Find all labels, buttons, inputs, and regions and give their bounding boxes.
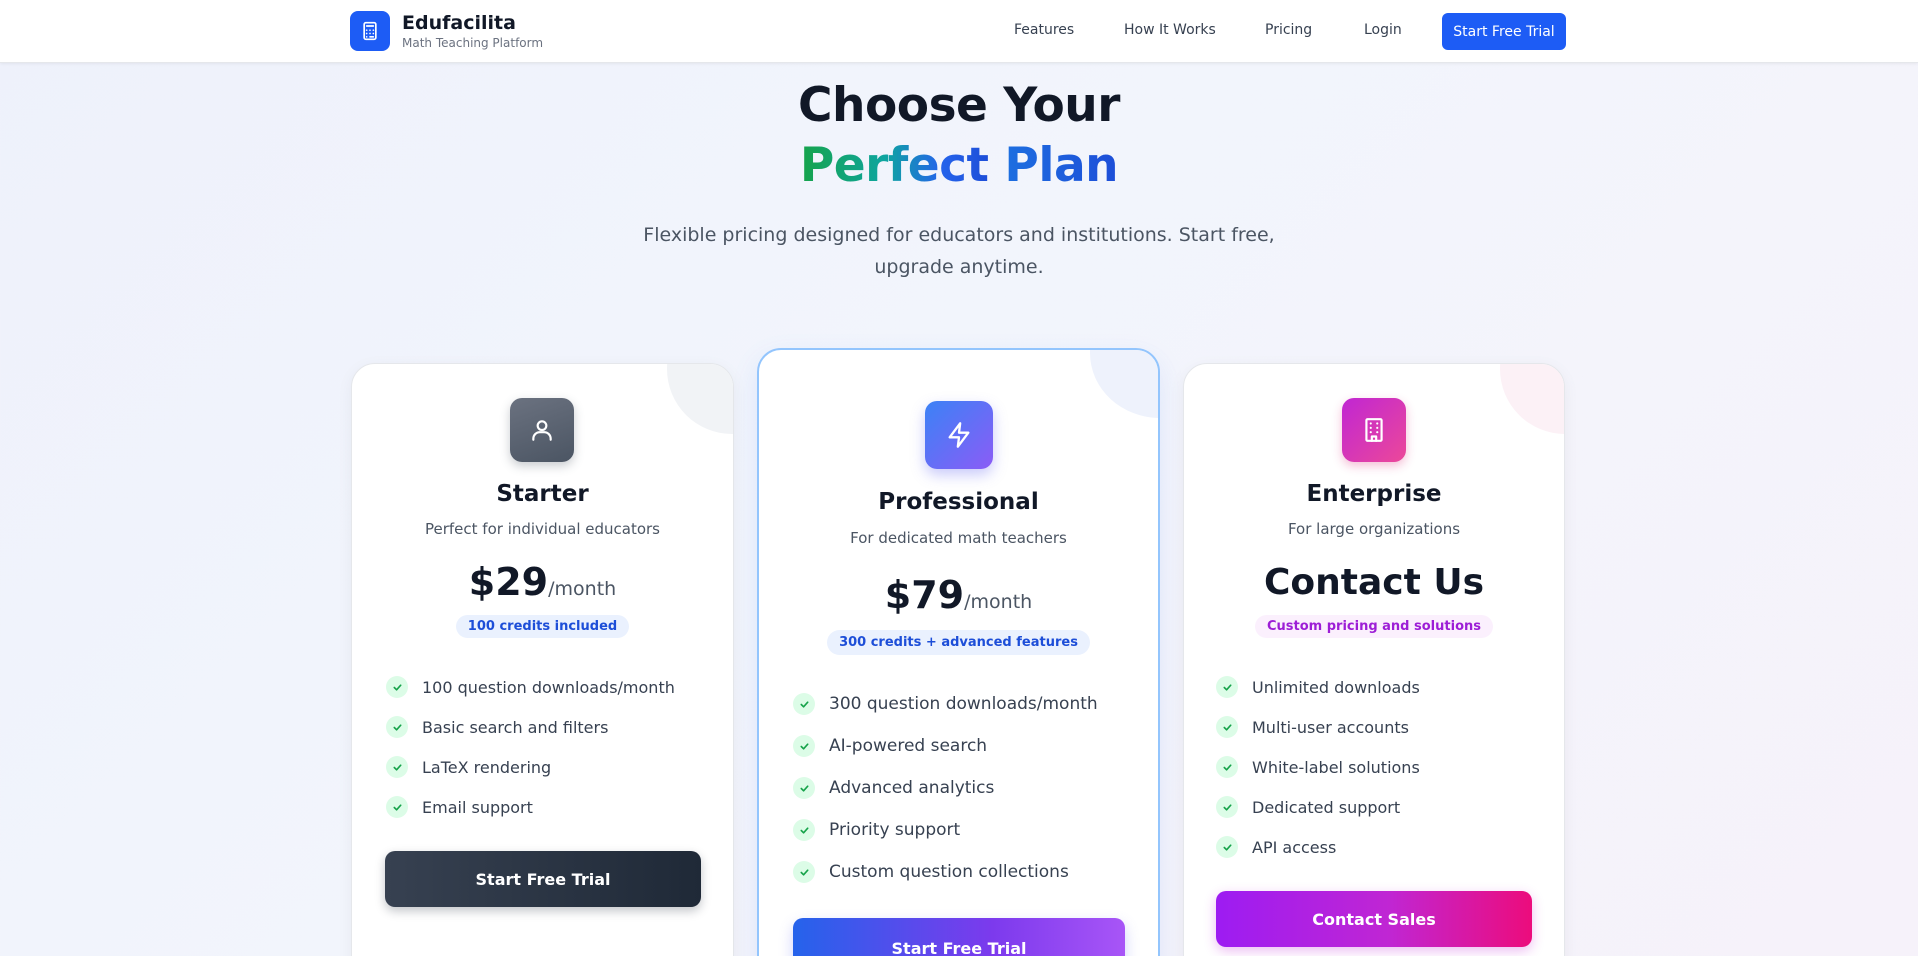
feature-text: Advanced analytics [829,778,995,798]
credits-badge: 100 credits included [455,615,630,638]
feature-item: Email support [386,796,533,818]
hero-title-line1: Choose Your [798,78,1120,133]
feature-item: White-label solutions [1216,756,1420,778]
plan-description: For dedicated math teachers [850,529,1067,547]
feature-text: 300 question downloads/month [829,694,1098,714]
check-icon [793,777,815,799]
nav-link-features[interactable]: Features [1014,22,1074,38]
price-amount: $79 [884,573,965,617]
feature-item: 300 question downloads/month [793,693,1098,715]
hero-title-line2: Perfect Plan [0,136,1918,196]
top-navbar: Edufacilita Math Teaching Platform Featu… [0,0,1918,63]
start-free-trial-button[interactable]: Start Free Trial [385,851,701,907]
hero-title-word-perfect: Perfect [799,138,989,193]
feature-item: Custom question collections [793,861,1069,883]
feature-item: 100 question downloads/month [386,676,675,698]
brand[interactable]: Edufacilita Math Teaching Platform [350,11,543,51]
contact-us-label: Contact Us [1263,562,1485,603]
credits-badge: 300 credits + advanced features [827,630,1090,655]
check-icon [386,796,408,818]
decorative-blob [667,364,733,434]
building-icon [1342,398,1406,462]
plan-card-enterprise: Enterprise For large organizations Conta… [1183,363,1565,956]
start-free-trial-button[interactable]: Start Free Trial [793,918,1125,956]
plan-price: $79/month [759,573,1158,617]
feature-text: LaTeX rendering [422,757,552,777]
check-icon [793,735,815,757]
check-icon [1216,676,1238,698]
feature-text: Email support [422,797,533,817]
check-icon [793,693,815,715]
feature-text: Custom question collections [829,862,1069,882]
check-icon [386,756,408,778]
price-period: /month [548,578,617,600]
feature-item: LaTeX rendering [386,756,551,778]
pricing-badge: Custom pricing and solutions [1254,615,1493,638]
plan-card-starter: Starter Perfect for individual educators… [351,363,734,956]
feature-text: 100 question downloads/month [422,677,675,697]
user-icon [510,398,574,462]
feature-text: Multi-user accounts [1252,717,1409,737]
nav-link-pricing[interactable]: Pricing [1265,22,1312,38]
feature-text: Unlimited downloads [1252,677,1420,697]
plan-card-professional: Professional For dedicated math teachers… [757,348,1160,956]
feature-item: API access [1216,836,1336,858]
plan-price: $29/month [352,560,733,604]
feature-text: AI-powered search [829,736,988,756]
feature-item: Dedicated support [1216,796,1400,818]
nav-link-login[interactable]: Login [1364,22,1402,38]
feature-item: Basic search and filters [386,716,608,738]
check-icon [1216,716,1238,738]
plan-name: Professional [878,489,1039,515]
feature-text: Priority support [829,820,961,840]
feature-text: API access [1252,837,1337,857]
lightning-icon [925,401,993,469]
check-icon [793,861,815,883]
feature-item: AI-powered search [793,735,987,757]
brand-name: Edufacilita [402,12,516,34]
price-amount: $29 [468,560,549,604]
hero-title-word-plan: Plan [1004,138,1119,193]
feature-text: Basic search and filters [422,717,609,737]
check-icon [793,819,815,841]
decorative-blob [1090,350,1158,418]
check-icon [386,676,408,698]
feature-item: Priority support [793,819,960,841]
plan-name: Starter [496,481,589,507]
feature-item: Advanced analytics [793,777,994,799]
brand-tagline: Math Teaching Platform [402,36,544,50]
nav-link-how-it-works[interactable]: How It Works [1124,22,1216,38]
decorative-blob [1500,364,1564,434]
plan-price: Contact Us [1184,562,1564,603]
plan-name: Enterprise [1306,481,1442,507]
plan-description: Perfect for individual educators [424,520,660,538]
feature-text: White-label solutions [1252,757,1420,777]
feature-text: Dedicated support [1252,797,1401,817]
price-period: /month [964,591,1033,613]
feature-item: Unlimited downloads [1216,676,1420,698]
check-icon [386,716,408,738]
feature-item: Multi-user accounts [1216,716,1409,738]
contact-sales-button[interactable]: Contact Sales [1216,891,1532,947]
hero-subtitle: Flexible pricing designed for educators … [643,224,1275,278]
check-icon [1216,796,1238,818]
start-free-trial-nav-button[interactable]: Start Free Trial [1442,13,1566,50]
check-icon [1216,836,1238,858]
check-icon [1216,756,1238,778]
plan-description: For large organizations [1287,520,1461,538]
calculator-icon [350,11,390,51]
